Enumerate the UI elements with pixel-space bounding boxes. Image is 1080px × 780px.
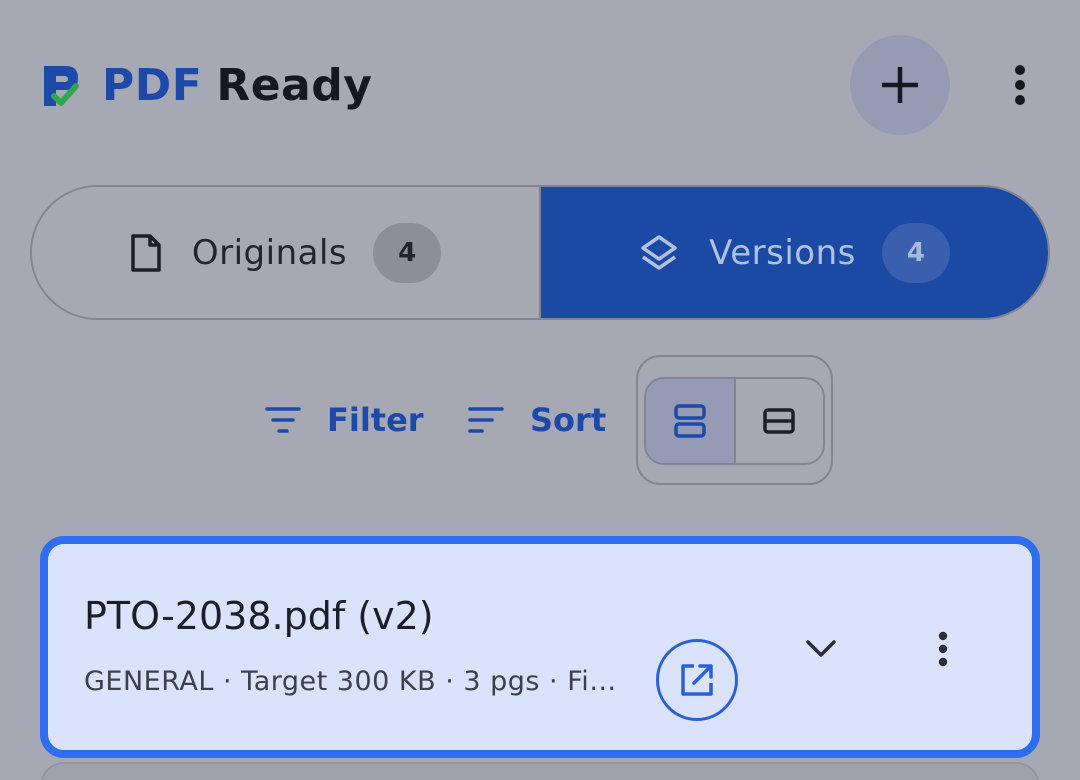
layers-icon: [641, 234, 677, 270]
tab-switcher: Originals 4 Versions 4: [30, 185, 1050, 320]
sort-label: Sort: [530, 401, 607, 439]
filter-label: Filter: [327, 401, 424, 439]
file-card[interactable]: PTO-2038.pdf (v2) GENERAL · Target 300 K…: [40, 536, 1040, 758]
file-card-meta: GENERAL · Target 300 KB · 3 pgs · Fi…: [84, 666, 617, 697]
app-title-pdf: PDF: [102, 60, 203, 111]
filter-button[interactable]: Filter: [265, 390, 424, 450]
app-logo: PDF Ready: [40, 60, 372, 111]
app-title: PDF Ready: [102, 60, 372, 111]
app-header: PDF Ready: [0, 0, 1080, 170]
document-icon: [131, 233, 161, 272]
expanded-view-option[interactable]: [646, 379, 736, 463]
add-button[interactable]: [850, 35, 950, 135]
filter-icon: [265, 407, 301, 433]
card-more-button[interactable]: [918, 624, 968, 674]
app-title-ready: Ready: [216, 60, 373, 111]
chevron-down-icon: [806, 640, 836, 657]
expanded-view-icon: [674, 404, 706, 438]
sort-button[interactable]: Sort: [468, 390, 606, 450]
list-toolbar: Filter Sort: [0, 355, 1080, 485]
view-toggle-focus-ring: [636, 355, 833, 485]
more-vertical-icon: [1015, 65, 1025, 105]
view-toggle: [644, 377, 825, 465]
compact-view-icon: [763, 408, 795, 434]
sort-icon: [468, 407, 504, 433]
expand-card-button[interactable]: [796, 624, 846, 674]
more-vertical-icon: [938, 631, 948, 667]
file-card-next[interactable]: [40, 762, 1040, 780]
tab-versions-count: 4: [881, 222, 950, 283]
open-file-button[interactable]: [656, 639, 738, 721]
tab-originals-count: 4: [373, 222, 442, 283]
tab-originals[interactable]: Originals 4: [32, 187, 541, 318]
file-card-title: PTO-2038.pdf (v2): [84, 594, 434, 638]
tab-versions[interactable]: Versions 4: [541, 187, 1048, 318]
pdf-ready-logo-icon: [44, 65, 79, 106]
open-external-icon: [681, 664, 713, 696]
tab-versions-label: Versions: [709, 232, 856, 273]
plus-icon: [882, 67, 918, 103]
tab-originals-label: Originals: [191, 232, 348, 273]
more-options-button[interactable]: [995, 60, 1045, 110]
compact-view-option[interactable]: [736, 379, 824, 463]
